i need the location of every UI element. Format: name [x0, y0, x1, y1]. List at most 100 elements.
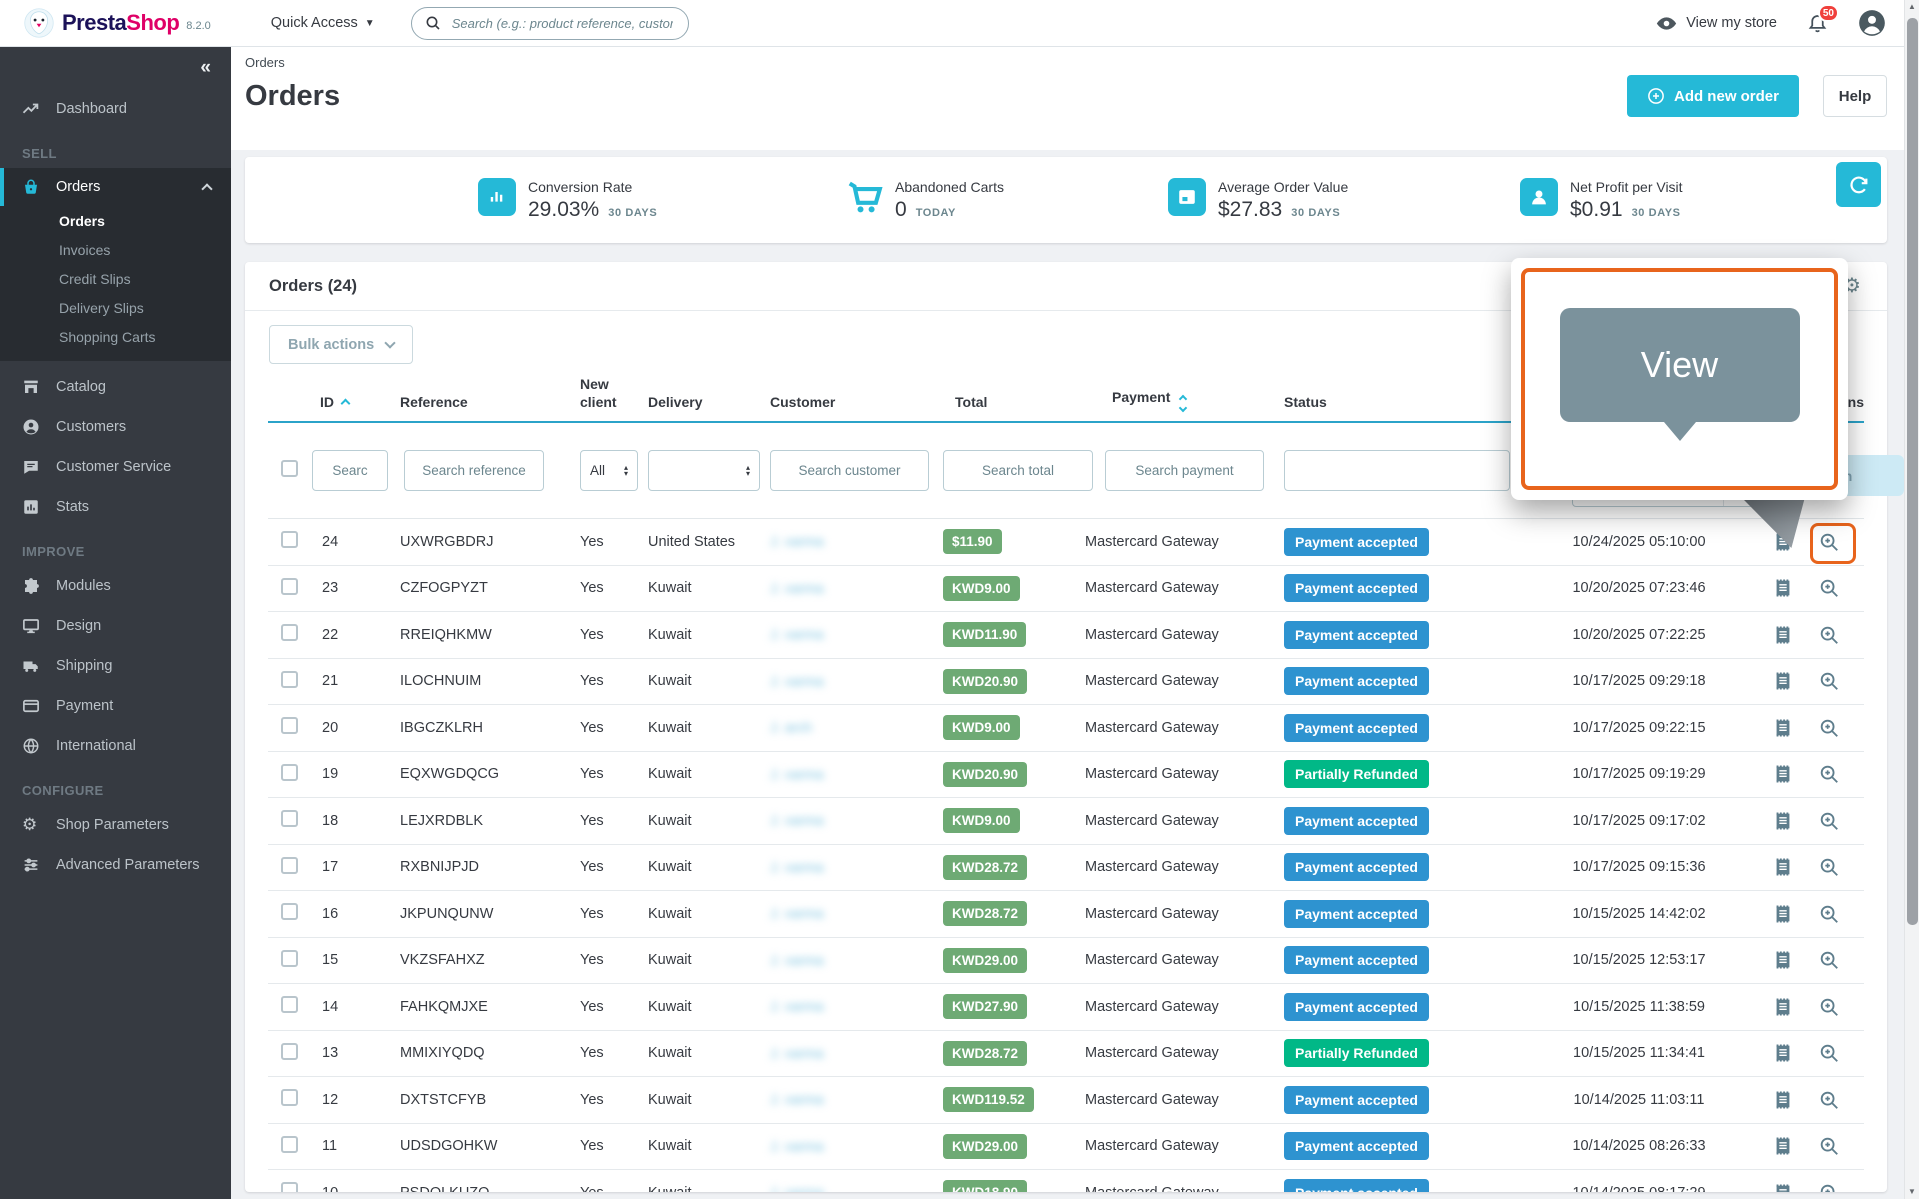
view-order-magnifier-icon[interactable] — [1818, 670, 1840, 692]
sidebar-item-dashboard[interactable]: Dashboard — [0, 89, 231, 129]
column-header-reference[interactable]: Reference — [400, 394, 580, 422]
scrollbar-thumb[interactable] — [1907, 18, 1918, 925]
view-order-magnifier-icon[interactable] — [1818, 717, 1840, 739]
row-checkbox[interactable] — [281, 717, 298, 734]
global-search[interactable] — [411, 7, 689, 40]
view-order-magnifier-icon[interactable] — [1818, 1042, 1840, 1064]
row-checkbox[interactable] — [281, 950, 298, 967]
sidebar-item-design[interactable]: Design — [0, 606, 231, 646]
select-all-checkbox[interactable] — [281, 460, 298, 477]
order-row[interactable]: 14 FAHKQMJXE Yes Kuwait J. varma KWD27.9… — [268, 984, 1864, 1031]
sidebar-item-advanced-parameters[interactable]: Advanced Parameters — [0, 845, 231, 885]
invoice-icon[interactable] — [1772, 856, 1794, 878]
view-order-magnifier-icon[interactable] — [1818, 1135, 1840, 1157]
order-row[interactable]: 23 CZFOGPYZT Yes Kuwait J. varma KWD9.00… — [268, 566, 1864, 613]
sidebar-item-international[interactable]: International — [0, 726, 231, 766]
sidebar-item-payment[interactable]: Payment — [0, 686, 231, 726]
filter-customer-input[interactable] — [770, 450, 929, 491]
invoice-icon[interactable] — [1772, 624, 1794, 646]
column-header-new-client[interactable]: New client — [580, 376, 648, 421]
order-row[interactable]: 17 RXBNIJPJD Yes Kuwait J. varma KWD28.7… — [268, 845, 1864, 892]
invoice-icon[interactable] — [1772, 717, 1794, 739]
filter-delivery-select[interactable]: ▴▾ — [648, 450, 760, 491]
order-row[interactable]: 13 MMIXIYQDQ Yes Kuwait J. varma KWD28.7… — [268, 1031, 1864, 1078]
filter-reference-input[interactable] — [404, 450, 544, 491]
notifications-button[interactable]: 50 — [1807, 12, 1828, 34]
scrollbar-up-arrow[interactable]: ▲ — [1905, 0, 1919, 14]
row-checkbox[interactable] — [281, 1136, 298, 1153]
row-checkbox[interactable] — [281, 1089, 298, 1106]
invoice-icon[interactable] — [1772, 1182, 1794, 1192]
order-row[interactable]: 19 EQXWGDQCG Yes Kuwait J. varma KWD20.9… — [268, 752, 1864, 799]
sidebar-item-customers[interactable]: Customers — [0, 407, 231, 447]
filter-status-input[interactable] — [1284, 450, 1510, 491]
prestashop-logo[interactable]: PrestaShop 8.2.0 — [24, 8, 211, 38]
sidebar-subitem-shopping-carts[interactable]: Shopping Carts — [0, 322, 231, 351]
view-order-magnifier-icon[interactable] — [1818, 577, 1840, 599]
order-row[interactable]: 22 RREIQHKMW Yes Kuwait J. varma KWD11.9… — [268, 612, 1864, 659]
view-order-magnifier-icon[interactable] — [1818, 763, 1840, 785]
refresh-kpis-button[interactable] — [1836, 162, 1881, 207]
row-checkbox[interactable] — [281, 996, 298, 1013]
invoice-icon[interactable] — [1772, 996, 1794, 1018]
sidebar-subitem-invoices[interactable]: Invoices — [0, 235, 231, 264]
sidebar-item-customer-service[interactable]: Customer Service — [0, 447, 231, 487]
row-checkbox[interactable] — [281, 578, 298, 595]
sidebar-subitem-credit-slips[interactable]: Credit Slips — [0, 264, 231, 293]
view-order-magnifier-icon[interactable] — [1818, 996, 1840, 1018]
row-checkbox[interactable] — [281, 810, 298, 827]
quick-access-menu[interactable]: Quick Access ▼ — [271, 15, 375, 31]
scrollbar-down-arrow[interactable]: ▼ — [1905, 1185, 1919, 1199]
filter-total-input[interactable] — [943, 450, 1093, 491]
view-order-magnifier-icon[interactable] — [1818, 810, 1840, 832]
filter-id-input[interactable] — [312, 450, 388, 491]
order-row[interactable]: 20 IBGCZKLRH Yes Kuwait J. arch KWD9.00 … — [268, 705, 1864, 752]
row-checkbox[interactable] — [281, 624, 298, 641]
view-my-store-link[interactable]: View my store — [1656, 13, 1777, 34]
invoice-icon[interactable] — [1772, 949, 1794, 971]
column-header-delivery[interactable]: Delivery — [648, 394, 770, 422]
column-header-id[interactable]: ID — [310, 394, 400, 422]
sidebar-subitem-delivery-slips[interactable]: Delivery Slips — [0, 293, 231, 322]
order-row[interactable]: 16 JKPUNQUNW Yes Kuwait J. varma KWD28.7… — [268, 891, 1864, 938]
order-row[interactable]: 21 ILOCHNUIM Yes Kuwait J. varma KWD20.9… — [268, 659, 1864, 706]
sidebar-item-catalog[interactable]: Catalog — [0, 367, 231, 407]
user-avatar[interactable] — [1858, 9, 1886, 37]
column-header-total[interactable]: Total — [943, 394, 1085, 422]
row-checkbox[interactable] — [281, 857, 298, 874]
collapse-sidebar-button[interactable]: « — [200, 57, 211, 79]
order-row[interactable]: 15 VKZSFAHXZ Yes Kuwait J. varma KWD29.0… — [268, 938, 1864, 985]
view-order-magnifier-icon[interactable] — [1818, 1182, 1840, 1192]
sidebar-item-stats[interactable]: Stats — [0, 487, 231, 527]
order-row[interactable]: 11 UDSDGOHKW Yes Kuwait J. varma KWD29.0… — [268, 1124, 1864, 1171]
column-header-customer[interactable]: Customer — [770, 394, 943, 422]
sidebar-item-orders[interactable]: Orders — [0, 168, 231, 206]
filter-payment-input[interactable] — [1105, 450, 1264, 491]
sidebar-item-shipping[interactable]: Shipping — [0, 646, 231, 686]
sidebar-subitem-orders[interactable]: Orders — [0, 206, 231, 235]
invoice-icon[interactable] — [1772, 903, 1794, 925]
order-row[interactable]: 24 UXWRGBDRJ Yes United States J. varma … — [268, 519, 1864, 566]
vertical-scrollbar[interactable]: ▲ ▼ — [1904, 0, 1919, 1199]
sidebar-item-modules[interactable]: Modules — [0, 566, 231, 606]
bulk-actions-button[interactable]: Bulk actions — [269, 325, 413, 364]
invoice-icon[interactable] — [1772, 763, 1794, 785]
filter-new-client-select[interactable]: All▴▾ — [580, 450, 638, 491]
row-checkbox[interactable] — [281, 1182, 298, 1192]
help-button[interactable]: Help — [1823, 75, 1887, 117]
view-order-magnifier-icon[interactable] — [1818, 903, 1840, 925]
row-checkbox[interactable] — [281, 903, 298, 920]
view-order-magnifier-icon[interactable] — [1818, 856, 1840, 878]
invoice-icon[interactable] — [1772, 577, 1794, 599]
view-order-magnifier-icon[interactable] — [1818, 949, 1840, 971]
invoice-icon[interactable] — [1772, 810, 1794, 832]
add-new-order-button[interactable]: Add new order — [1627, 75, 1799, 117]
row-checkbox[interactable] — [281, 531, 298, 548]
order-row[interactable]: 12 DXTSTCFYB Yes Kuwait J. varma KWD119.… — [268, 1077, 1864, 1124]
invoice-icon[interactable] — [1772, 1042, 1794, 1064]
order-row[interactable]: 10 PSDOLKUZO Yes Kuwait J. varma KWD18.9… — [268, 1170, 1864, 1192]
order-row[interactable]: 18 LEJXRDBLK Yes Kuwait J. varma KWD9.00… — [268, 798, 1864, 845]
row-checkbox[interactable] — [281, 764, 298, 781]
column-header-payment[interactable]: Payment — [1085, 389, 1284, 421]
invoice-icon[interactable] — [1772, 1089, 1794, 1111]
